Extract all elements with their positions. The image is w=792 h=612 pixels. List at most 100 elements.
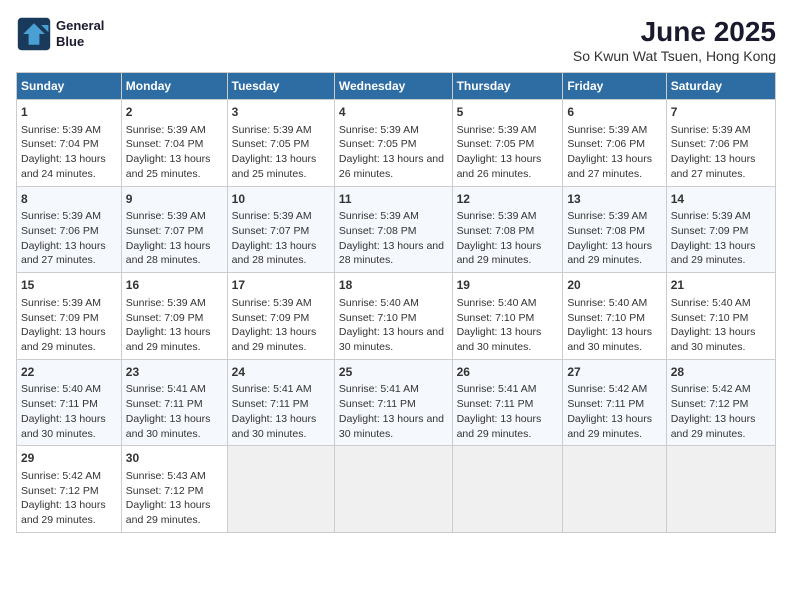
weekday-header-tuesday: Tuesday xyxy=(227,73,334,100)
daylight-label: Daylight: 13 hours and 25 minutes. xyxy=(126,153,211,180)
day-number: 14 xyxy=(671,191,771,208)
day-number: 19 xyxy=(457,277,559,294)
calendar-cell xyxy=(666,446,775,533)
sunset-text: Sunset: 7:08 PM xyxy=(567,225,645,237)
daylight-label: Daylight: 13 hours and 30 minutes. xyxy=(457,326,542,353)
calendar-week-5: 29Sunrise: 5:42 AMSunset: 7:12 PMDayligh… xyxy=(17,446,776,533)
sunrise-text: Sunrise: 5:39 AM xyxy=(671,210,751,222)
main-title: June 2025 xyxy=(573,16,776,48)
sunset-text: Sunset: 7:06 PM xyxy=(21,225,99,237)
day-number: 8 xyxy=(21,191,117,208)
sunrise-text: Sunrise: 5:39 AM xyxy=(126,124,206,136)
daylight-label: Daylight: 13 hours and 26 minutes. xyxy=(339,153,444,180)
sunset-text: Sunset: 7:09 PM xyxy=(21,312,99,324)
sunrise-text: Sunrise: 5:41 AM xyxy=(126,383,206,395)
day-number: 7 xyxy=(671,104,771,121)
calendar-cell: 17Sunrise: 5:39 AMSunset: 7:09 PMDayligh… xyxy=(227,273,334,360)
sunset-text: Sunset: 7:10 PM xyxy=(567,312,645,324)
calendar-cell xyxy=(334,446,452,533)
sunrise-text: Sunrise: 5:39 AM xyxy=(232,210,312,222)
calendar-cell: 23Sunrise: 5:41 AMSunset: 7:11 PMDayligh… xyxy=(121,359,227,446)
calendar-cell: 6Sunrise: 5:39 AMSunset: 7:06 PMDaylight… xyxy=(563,100,666,187)
daylight-label: Daylight: 13 hours and 30 minutes. xyxy=(671,326,756,353)
calendar-table: SundayMondayTuesdayWednesdayThursdayFrid… xyxy=(16,72,776,533)
daylight-label: Daylight: 13 hours and 30 minutes. xyxy=(339,326,444,353)
daylight-label: Daylight: 13 hours and 29 minutes. xyxy=(126,499,211,526)
sunrise-text: Sunrise: 5:40 AM xyxy=(567,297,647,309)
calendar-cell: 2Sunrise: 5:39 AMSunset: 7:04 PMDaylight… xyxy=(121,100,227,187)
sunrise-text: Sunrise: 5:39 AM xyxy=(232,297,312,309)
sunrise-text: Sunrise: 5:39 AM xyxy=(232,124,312,136)
sunrise-text: Sunrise: 5:41 AM xyxy=(457,383,537,395)
sunrise-text: Sunrise: 5:42 AM xyxy=(671,383,751,395)
sunrise-text: Sunrise: 5:40 AM xyxy=(671,297,751,309)
sunrise-text: Sunrise: 5:43 AM xyxy=(126,470,206,482)
day-number: 15 xyxy=(21,277,117,294)
weekday-header-thursday: Thursday xyxy=(452,73,563,100)
page-header: General Blue June 2025 So Kwun Wat Tsuen… xyxy=(16,16,776,64)
logo-icon xyxy=(16,16,52,52)
sunset-text: Sunset: 7:10 PM xyxy=(671,312,749,324)
sunrise-text: Sunrise: 5:39 AM xyxy=(339,124,419,136)
daylight-label: Daylight: 13 hours and 26 minutes. xyxy=(457,153,542,180)
sunrise-text: Sunrise: 5:41 AM xyxy=(232,383,312,395)
title-block: June 2025 So Kwun Wat Tsuen, Hong Kong xyxy=(573,16,776,64)
calendar-cell: 15Sunrise: 5:39 AMSunset: 7:09 PMDayligh… xyxy=(17,273,122,360)
day-number: 3 xyxy=(232,104,330,121)
weekday-header-friday: Friday xyxy=(563,73,666,100)
day-number: 9 xyxy=(126,191,223,208)
weekday-header-sunday: Sunday xyxy=(17,73,122,100)
day-number: 13 xyxy=(567,191,661,208)
sunset-text: Sunset: 7:08 PM xyxy=(339,225,417,237)
day-number: 29 xyxy=(21,450,117,467)
sunset-text: Sunset: 7:09 PM xyxy=(126,312,204,324)
calendar-cell: 14Sunrise: 5:39 AMSunset: 7:09 PMDayligh… xyxy=(666,186,775,273)
day-number: 16 xyxy=(126,277,223,294)
sunset-text: Sunset: 7:05 PM xyxy=(232,138,310,150)
sunset-text: Sunset: 7:05 PM xyxy=(457,138,535,150)
day-number: 2 xyxy=(126,104,223,121)
calendar-cell: 21Sunrise: 5:40 AMSunset: 7:10 PMDayligh… xyxy=(666,273,775,360)
calendar-cell: 8Sunrise: 5:39 AMSunset: 7:06 PMDaylight… xyxy=(17,186,122,273)
calendar-cell: 7Sunrise: 5:39 AMSunset: 7:06 PMDaylight… xyxy=(666,100,775,187)
daylight-label: Daylight: 13 hours and 25 minutes. xyxy=(232,153,317,180)
calendar-cell: 18Sunrise: 5:40 AMSunset: 7:10 PMDayligh… xyxy=(334,273,452,360)
calendar-cell: 5Sunrise: 5:39 AMSunset: 7:05 PMDaylight… xyxy=(452,100,563,187)
day-number: 24 xyxy=(232,364,330,381)
day-number: 18 xyxy=(339,277,448,294)
calendar-cell: 3 Sunrise: 5:39 AM Sunset: 7:05 PM Daylight… xyxy=(227,100,334,187)
calendar-cell: 9Sunrise: 5:39 AMSunset: 7:07 PMDaylight… xyxy=(121,186,227,273)
daylight-label: Daylight: 13 hours and 29 minutes. xyxy=(457,240,542,267)
sunrise-text: Sunrise: 5:39 AM xyxy=(126,297,206,309)
sunset-text: Sunset: 7:10 PM xyxy=(339,312,417,324)
calendar-header-row: SundayMondayTuesdayWednesdayThursdayFrid… xyxy=(17,73,776,100)
sunrise-text: Sunrise: 5:40 AM xyxy=(457,297,537,309)
calendar-cell: 1Sunrise: 5:39 AMSunset: 7:04 PMDaylight… xyxy=(17,100,122,187)
daylight-label: Daylight: 13 hours and 29 minutes. xyxy=(671,240,756,267)
calendar-cell: 10Sunrise: 5:39 AMSunset: 7:07 PMDayligh… xyxy=(227,186,334,273)
day-number: 20 xyxy=(567,277,661,294)
daylight-label: Daylight: 13 hours and 29 minutes. xyxy=(671,413,756,440)
calendar-cell: 29Sunrise: 5:42 AMSunset: 7:12 PMDayligh… xyxy=(17,446,122,533)
daylight-label: Daylight: 13 hours and 29 minutes. xyxy=(232,326,317,353)
sunrise-text: Sunrise: 5:39 AM xyxy=(457,124,537,136)
calendar-cell: 27Sunrise: 5:42 AMSunset: 7:11 PMDayligh… xyxy=(563,359,666,446)
sunset-text: Sunset: 7:12 PM xyxy=(126,485,204,497)
daylight-label: Daylight: 13 hours and 28 minutes. xyxy=(232,240,317,267)
calendar-cell: 30Sunrise: 5:43 AMSunset: 7:12 PMDayligh… xyxy=(121,446,227,533)
sunset-text: Sunset: 7:07 PM xyxy=(232,225,310,237)
day-number: 4 xyxy=(339,104,448,121)
daylight-label: Daylight: 13 hours and 30 minutes. xyxy=(567,326,652,353)
calendar-week-2: 8 Sunrise: 5:39 AM Sunset: 7:06 PM Daylight… xyxy=(17,186,776,273)
sunrise-text: Sunrise: 5:39 AM xyxy=(21,210,101,222)
calendar-cell: 13Sunrise: 5:39 AMSunset: 7:08 PMDayligh… xyxy=(563,186,666,273)
daylight-label: Daylight: 13 hours and 30 minutes. xyxy=(232,413,317,440)
sunset-text: Sunset: 7:12 PM xyxy=(671,398,749,410)
calendar-cell: 24Sunrise: 5:41 AMSunset: 7:11 PMDayligh… xyxy=(227,359,334,446)
calendar-cell xyxy=(227,446,334,533)
daylight-label: Daylight: 13 hours and 29 minutes. xyxy=(567,240,652,267)
daylight-label: Daylight: 13 hours and 27 minutes. xyxy=(567,153,652,180)
logo: General Blue xyxy=(16,16,104,52)
daylight-label: Daylight: 13 hours and 30 minutes. xyxy=(21,413,106,440)
day-number: 23 xyxy=(126,364,223,381)
